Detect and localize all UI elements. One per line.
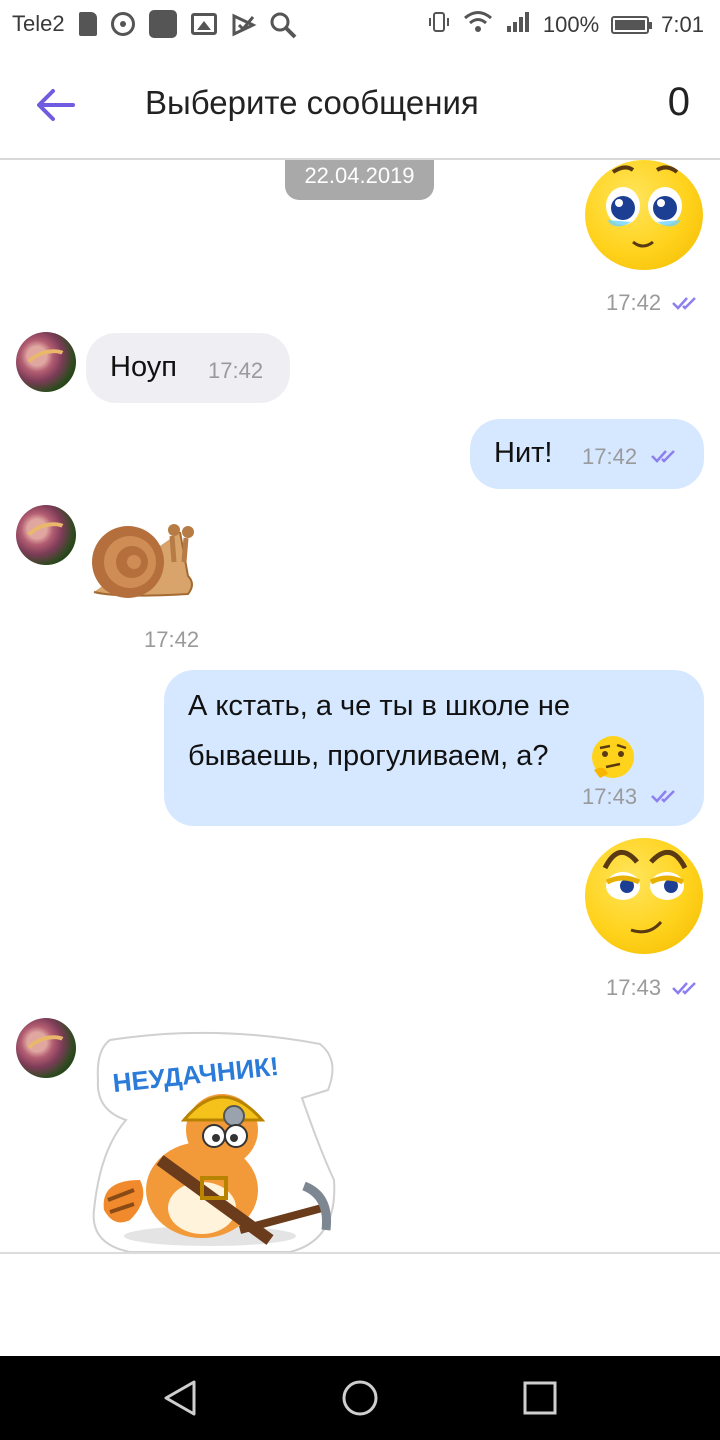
signal-icon [505, 10, 531, 40]
nav-recents-button[interactable] [520, 1378, 560, 1418]
search-icon [269, 11, 297, 39]
message-time: 17:42 [606, 290, 662, 315]
avatar[interactable] [16, 505, 76, 565]
read-ticks-icon [651, 450, 675, 463]
message-bubble-outgoing[interactable]: Нит! 17:42 [470, 419, 704, 489]
message-text-line: бываешь, прогуливаем, а? [188, 740, 549, 772]
clock: 7:01 [661, 12, 704, 37]
chat-area[interactable]: 22.04.2019 17:42 Ноуп 17:42 Нит! 17:42 1… [0, 160, 720, 1252]
date-chip: 22.04.2019 [285, 160, 434, 200]
back-arrow-icon [37, 89, 75, 121]
carrier-label: Tele2 [12, 11, 65, 36]
message-bubble-incoming[interactable]: Ноуп 17:42 [86, 333, 290, 403]
message-time: 17:42 [144, 627, 200, 652]
message-text: Нит! [494, 437, 553, 469]
message-time: 17:42 [208, 358, 264, 383]
message-meta: 17:43 [606, 975, 701, 1001]
system-nav-bar [0, 1356, 720, 1440]
message-meta: 17:42 [144, 627, 199, 653]
nav-home-button[interactable] [340, 1378, 380, 1418]
page-title: Выберите сообщения [145, 84, 479, 121]
avatar[interactable] [16, 1018, 76, 1078]
battery-percent: 100% [542, 12, 600, 37]
back-button[interactable] [30, 80, 80, 130]
message-bubble-outgoing[interactable]: А кстать, а че ты в школе не бываешь, пр… [164, 670, 704, 826]
read-ticks-icon [651, 790, 675, 803]
task-check-icon [231, 12, 257, 37]
hotspot-icon [110, 12, 135, 36]
thinking-face-emoji [592, 736, 634, 778]
triangle-back-icon [164, 1380, 196, 1416]
message-text: Ноуп [110, 351, 177, 383]
square-recents-icon [523, 1381, 557, 1415]
read-ticks-icon [672, 982, 696, 995]
message-time: 17:43 [606, 975, 662, 1000]
message-meta: 17:42 [606, 290, 701, 316]
battery-icon [611, 16, 653, 34]
app-notification-icon [148, 10, 177, 38]
circle-home-icon [342, 1380, 378, 1416]
nav-back-button[interactable] [160, 1378, 200, 1418]
snail-sticker[interactable] [88, 522, 200, 602]
avatar[interactable] [16, 332, 76, 392]
message-text-line: А кстать, а че ты в школе не [188, 690, 571, 722]
smirking-face-sticker[interactable] [585, 838, 703, 954]
bottom-divider [0, 1252, 720, 1254]
status-bar: Tele2 100% 7:01 [0, 0, 720, 50]
wifi-icon [463, 10, 493, 40]
selection-header: Выберите сообщения 0 [0, 50, 720, 160]
sd-card-icon [78, 12, 97, 36]
read-ticks-icon [672, 297, 696, 310]
gallery-icon [190, 13, 217, 35]
message-time: 17:42 [582, 444, 638, 469]
message-time: 17:43 [582, 784, 638, 809]
cat-miner-sticker[interactable]: НЕУДАЧНИК! [90, 1030, 336, 1252]
vibrate-icon [427, 10, 451, 40]
selected-count: 0 [667, 80, 690, 124]
pleading-face-sticker[interactable] [585, 160, 703, 270]
